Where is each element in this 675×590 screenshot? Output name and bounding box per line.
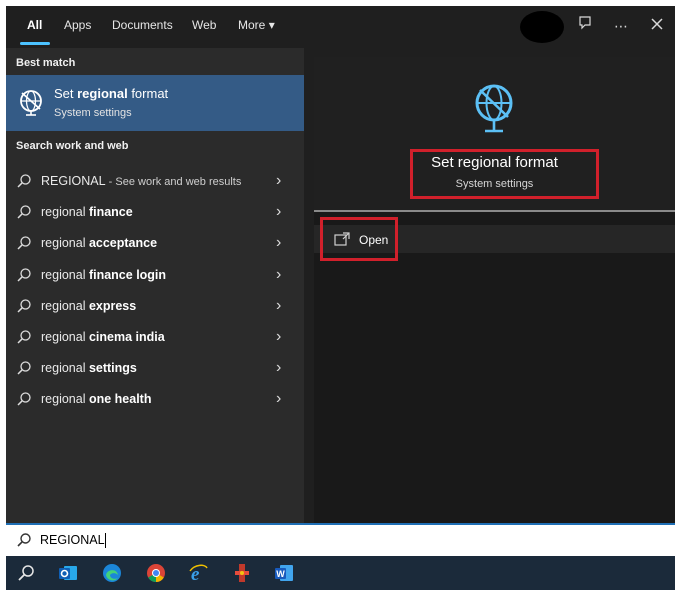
chevron-right-icon: › bbox=[276, 234, 282, 252]
search-result-label: regional express bbox=[41, 298, 137, 313]
search-result-label: regional finance login bbox=[41, 267, 167, 282]
search-icon bbox=[17, 174, 31, 188]
results-pane: Best match Set regional format System se… bbox=[6, 48, 304, 523]
more-options-icon[interactable]: ⋯ bbox=[610, 15, 632, 37]
search-web-heading: Search work and web bbox=[16, 140, 129, 152]
text-caret bbox=[104, 533, 106, 549]
highlight-box-open bbox=[320, 217, 398, 261]
avatar[interactable] bbox=[520, 11, 564, 43]
search-result-row[interactable]: regional one health › bbox=[6, 384, 304, 414]
search-result-row[interactable]: regional acceptance › bbox=[6, 228, 304, 258]
search-window: All Apps Documents Web More ▾ ⋯ Best mat… bbox=[6, 6, 675, 590]
chrome-icon[interactable] bbox=[146, 563, 166, 583]
search-icon bbox=[17, 330, 31, 344]
search-result-row[interactable]: regional finance › bbox=[6, 197, 304, 227]
globe-settings-icon bbox=[475, 84, 513, 133]
svg-text:W: W bbox=[276, 569, 285, 579]
tab-all[interactable]: All bbox=[27, 18, 42, 32]
chevron-right-icon: › bbox=[276, 172, 282, 189]
search-result-label: REGIONAL - See work and web results bbox=[41, 174, 242, 188]
search-value: REGIONAL bbox=[40, 533, 105, 547]
app-icon[interactable] bbox=[232, 563, 252, 583]
chevron-right-icon: › bbox=[276, 265, 282, 283]
highlight-box-title bbox=[410, 149, 599, 199]
search-result-label: regional finance bbox=[41, 205, 133, 220]
top-bar: All Apps Documents Web More ▾ ⋯ bbox=[6, 6, 675, 48]
feedback-icon[interactable] bbox=[574, 15, 596, 37]
chevron-down-icon: ▾ bbox=[268, 18, 275, 32]
search-result-row[interactable]: regional settings › bbox=[6, 353, 304, 383]
search-box[interactable]: REGIONAL bbox=[6, 523, 675, 556]
tab-apps[interactable]: Apps bbox=[64, 18, 91, 32]
tab-more[interactable]: More ▾ bbox=[238, 18, 275, 32]
taskbar: e W bbox=[6, 556, 675, 590]
search-result-row[interactable]: regional cinema india › bbox=[6, 322, 304, 352]
ie-icon[interactable]: e bbox=[188, 563, 208, 583]
chevron-right-icon: › bbox=[276, 296, 282, 314]
search-result-row[interactable]: regional express › bbox=[6, 291, 304, 321]
chevron-right-icon: › bbox=[276, 390, 282, 408]
active-tab-indicator bbox=[20, 42, 50, 45]
search-result-label: regional acceptance bbox=[41, 236, 158, 251]
globe-settings-icon bbox=[20, 90, 42, 116]
search-result-row[interactable]: regional finance login › bbox=[6, 260, 304, 290]
search-icon[interactable] bbox=[16, 563, 36, 583]
search-icon bbox=[17, 299, 31, 313]
chevron-right-icon: › bbox=[276, 203, 282, 221]
tab-web[interactable]: Web bbox=[192, 18, 216, 32]
search-result-label: regional settings bbox=[41, 361, 137, 376]
best-match-item[interactable]: Set regional format System settings bbox=[6, 75, 304, 131]
search-icon bbox=[17, 392, 31, 406]
divider bbox=[314, 210, 675, 212]
best-match-subtitle: System settings bbox=[54, 107, 132, 119]
word-icon[interactable]: W bbox=[274, 563, 294, 583]
search-icon bbox=[17, 361, 31, 375]
search-result-label: regional one health bbox=[41, 392, 152, 407]
preview-header: Set regional format System settings bbox=[314, 57, 675, 211]
best-match-heading: Best match bbox=[16, 57, 76, 69]
preview-pane: Set regional format System settings Open bbox=[314, 57, 675, 523]
chevron-right-icon: › bbox=[276, 359, 282, 377]
chevron-right-icon: › bbox=[276, 328, 282, 345]
search-icon bbox=[17, 533, 31, 547]
search-input[interactable]: REGIONAL bbox=[40, 533, 106, 549]
search-icon bbox=[17, 267, 31, 282]
search-result-row[interactable]: REGIONAL - See work and web results › bbox=[6, 166, 304, 196]
search-icon bbox=[17, 205, 31, 219]
search-icon bbox=[17, 236, 31, 250]
edge-icon[interactable] bbox=[102, 563, 122, 583]
search-result-label: regional cinema india bbox=[41, 330, 165, 344]
outlook-icon[interactable] bbox=[58, 563, 78, 583]
tab-more-label: More bbox=[238, 18, 266, 32]
best-match-title: Set regional format bbox=[54, 86, 169, 101]
tab-documents[interactable]: Documents bbox=[112, 18, 173, 32]
close-icon[interactable] bbox=[646, 15, 668, 37]
